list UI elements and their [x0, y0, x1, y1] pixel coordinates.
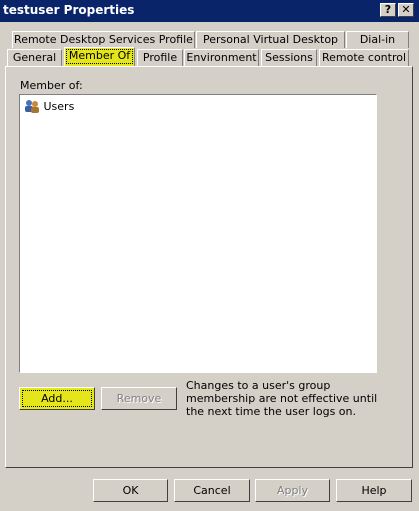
tab-profile[interactable]: Profile [137, 49, 183, 66]
cancel-button[interactable]: Cancel [174, 479, 250, 502]
add-button[interactable]: Add... [19, 387, 95, 410]
member-of-list[interactable]: Users [19, 94, 377, 373]
tab-dial-in[interactable]: Dial-in [346, 31, 409, 48]
group-icon [24, 99, 40, 116]
ok-button[interactable]: OK [93, 479, 168, 502]
member-of-label: Member of: [20, 79, 83, 92]
help-button[interactable]: ? [380, 3, 396, 17]
membership-note: Changes to a user's group membership are… [186, 379, 378, 418]
close-button[interactable]: ✕ [398, 3, 414, 17]
group-name: Users [43, 100, 75, 113]
title-bar[interactable]: testuser Properties ? ✕ [0, 0, 419, 22]
tab-member-of[interactable]: Member Of [64, 47, 135, 66]
help-footer-button[interactable]: Help [336, 479, 412, 502]
tab-general[interactable]: General [7, 49, 62, 66]
tab-environment[interactable]: Environment [184, 49, 259, 66]
apply-button[interactable]: Apply [255, 479, 330, 502]
tab-personal-virtual-desktop[interactable]: Personal Virtual Desktop [196, 31, 345, 48]
tab-remote-control[interactable]: Remote control [319, 49, 409, 66]
list-item[interactable]: Users [24, 99, 74, 115]
window-title: testuser Properties [3, 3, 135, 17]
tab-remote-desktop-services-profile[interactable]: Remote Desktop Services Profile [12, 31, 195, 48]
tab-sessions[interactable]: Sessions [261, 49, 317, 66]
remove-button[interactable]: Remove [101, 387, 177, 410]
